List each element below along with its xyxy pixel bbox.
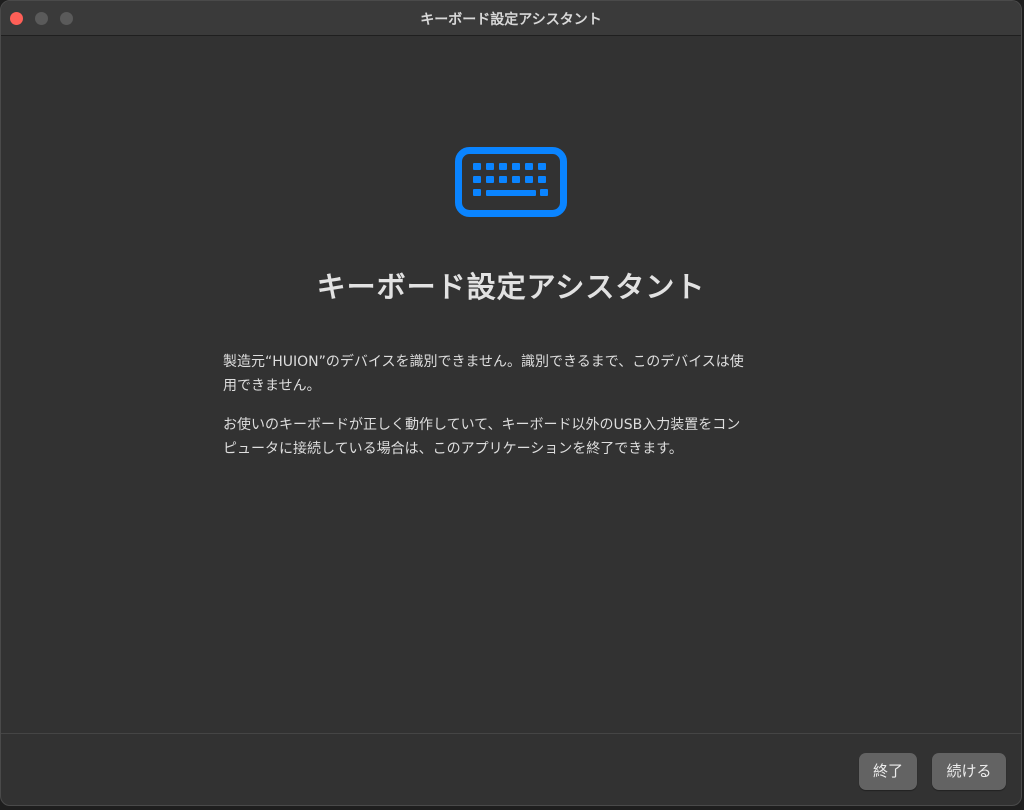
continue-button[interactable]: 続ける bbox=[932, 753, 1006, 790]
quit-hint-message: お使いのキーボードが正しく動作していて、キーボード以外のUSB入力装置をコン ピ… bbox=[223, 413, 808, 461]
message-line: 用できません。 bbox=[223, 378, 321, 394]
message-line: 製造元“HUION”のデバイスを識別できません。識別できるまで、このデバイスは使 bbox=[223, 354, 744, 370]
device-unidentified-message: 製造元“HUION”のデバイスを識別できません。識別できるまで、このデバイスは使… bbox=[223, 350, 808, 398]
assistant-window: キーボード設定アシスタント キーボード設定アシスタント 製造元“HUION”のデ… bbox=[0, 0, 1022, 806]
window-title: キーボード設定アシスタント bbox=[420, 12, 602, 28]
keyboard-icon bbox=[455, 147, 567, 217]
message-line: ピュータに接続している場合は、このアプリケーションを終了できます。 bbox=[223, 441, 683, 457]
main-content: キーボード設定アシスタント 製造元“HUION”のデバイスを識別できません。識別… bbox=[1, 36, 1021, 729]
page-title: キーボード設定アシスタント bbox=[316, 270, 706, 304]
quit-button[interactable]: 終了 bbox=[859, 753, 917, 790]
message-line: お使いのキーボードが正しく動作していて、キーボード以外のUSB入力装置をコン bbox=[223, 417, 741, 433]
footer-divider bbox=[1, 733, 1021, 734]
title-bar[interactable]: キーボード設定アシスタント bbox=[1, 1, 1021, 36]
